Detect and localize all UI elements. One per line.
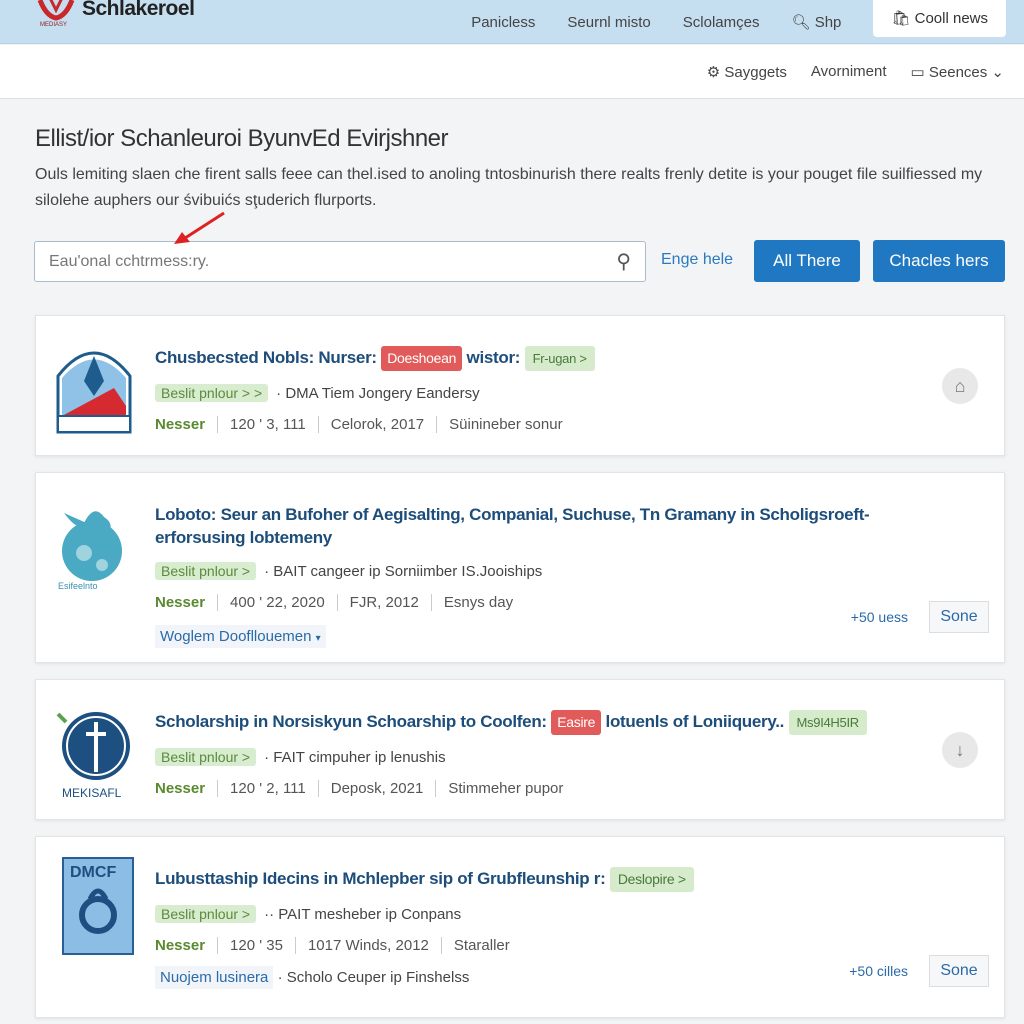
- scholarship-logo: [56, 351, 132, 434]
- news-label: Cooll news: [914, 10, 988, 27]
- logo-text: Esifeelnto: [58, 581, 98, 591]
- meta-label: Nesser: [155, 780, 206, 797]
- page-intro: Ouls lemiting slaen che firent salls fee…: [35, 166, 983, 209]
- search-placeholder: Eau'onal cchtrmess:ry.: [49, 252, 210, 270]
- subtitle: · FAIT cimpuher ip lenushis: [264, 748, 446, 766]
- status-badge: Easire: [551, 710, 602, 735]
- red-arrow-annotation: [174, 211, 225, 244]
- nav-item[interactable]: Panicless: [471, 14, 535, 31]
- title-text: Chusbecsted Nobls: Nurser:: [155, 348, 377, 367]
- nav-item[interactable]: Sclolamçes: [683, 14, 760, 31]
- meta-date: 1017 Winds, 2012: [294, 937, 441, 954]
- chevron-down-icon: ⌄: [991, 63, 1004, 81]
- title-text-2: wistor:: [466, 348, 521, 367]
- scholarship-logo: DMCF: [62, 857, 134, 955]
- sone-button[interactable]: Sone: [929, 955, 989, 987]
- meta-amount: 120 ' 35: [217, 937, 295, 954]
- tag[interactable]: Beslit pnlour > >: [155, 384, 269, 402]
- hat-icon[interactable]: ⌂: [942, 368, 978, 404]
- gear-icon: ⚙: [706, 63, 721, 81]
- seences-label: Seences: [928, 63, 988, 81]
- count-label: +50 cilles: [849, 963, 908, 979]
- dropdown-label: Woglem Doofllouemen: [160, 628, 312, 645]
- chacles-button[interactable]: Chacles hers: [873, 240, 1005, 282]
- help-link[interactable]: Enge hele: [661, 251, 733, 269]
- sone-button[interactable]: Sone: [929, 601, 989, 633]
- meta-date: Deposk, 2021: [317, 780, 436, 797]
- scholarship-card[interactable]: MEKISAFL Scholarship in Norsiskyun Schoa…: [35, 679, 1005, 820]
- logo-text: DMCF: [70, 864, 116, 881]
- all-there-button[interactable]: All There: [754, 240, 860, 282]
- caret-down-icon: ▾: [315, 633, 321, 644]
- meta-info: Süinineber sonur: [436, 416, 574, 433]
- seences-dropdown[interactable]: ▭ Seences ⌄: [911, 63, 1004, 81]
- title-text-2: lotuenls of Loniiquery..: [605, 712, 785, 731]
- monitor-icon: ▭: [910, 63, 925, 81]
- logo-subtitle: MEDIASY: [40, 22, 68, 28]
- scholarship-logo: Esifeelnto: [58, 511, 122, 591]
- page-title: Ellist/ior Schanleuroi ByunvEd Evirjshne…: [35, 125, 449, 152]
- nav-item[interactable]: Seurnl misto: [567, 14, 650, 31]
- tag[interactable]: Beslit pnlour >: [155, 748, 257, 766]
- meta-amount: 120 ' 3, 111: [217, 416, 318, 433]
- tag[interactable]: Beslit pnlour >: [155, 562, 257, 580]
- meta-amount: 400 ' 22, 2020: [217, 594, 337, 611]
- meta-info: Esnys day: [430, 594, 525, 611]
- subtitle: · DMA Tiem Jongery Eandersy: [276, 384, 480, 402]
- count-label: +50 uess: [850, 609, 908, 625]
- news-button[interactable]: 🛍︎ Cooll news: [873, 0, 1006, 37]
- scholarship-logo: MEKISAFL: [56, 712, 130, 800]
- card-title[interactable]: Loboto: Seur an Bufoher of Aegisalting, …: [155, 503, 944, 549]
- tag[interactable]: Beslit pnlour >: [155, 905, 257, 923]
- bag-icon: 🛍︎: [891, 10, 911, 27]
- meta-date: Celorok, 2017: [317, 416, 436, 433]
- category-badge[interactable]: Ms9I4H5IR: [788, 710, 867, 735]
- details-dropdown[interactable]: Woglem Doofllouemen ▾: [155, 625, 326, 648]
- card-title[interactable]: Chusbecsted Nobls: Nurser: Doeshoean wis…: [155, 346, 944, 371]
- status-badge: Doeshoean: [381, 346, 463, 371]
- title-text: Lubusttaship Idecins in Mchlepber sip of…: [155, 869, 606, 888]
- suggests-label: Sayggets: [724, 63, 787, 81]
- meta-label: Nesser: [155, 416, 206, 433]
- logo-icon: [37, 0, 75, 21]
- subtitle: · BAIT cangeer ip Sorniimber IS.Jooiship…: [264, 562, 543, 580]
- top-header: Schlakeroel MEDIASY Panicless Seurnl mis…: [0, 0, 1024, 44]
- scholarship-card[interactable]: DMCF Lubusttaship Idecins in Mchlepber s…: [35, 836, 1005, 1018]
- download-icon[interactable]: ↓: [942, 732, 978, 768]
- scholarship-card[interactable]: Esifeelnto Loboto: Seur an Bufoher of Ae…: [35, 472, 1005, 663]
- meta-info: Stimmeher pupor: [435, 780, 575, 797]
- card-title[interactable]: Scholarship in Norsiskyun Schoarship to …: [155, 710, 944, 735]
- title-text: Scholarship in Norsiskyun Schoarship to …: [155, 712, 547, 731]
- logo-name: Schlakeroel: [82, 0, 195, 20]
- suggests-link[interactable]: ⚙ Sayggets: [707, 63, 787, 81]
- nav-shop-label: Shp: [814, 14, 842, 31]
- meta-info: Staraller: [440, 937, 522, 954]
- sub-navigation: ⚙ Sayggets Avorniment ▭ Seences ⌄: [0, 45, 1024, 99]
- scholarship-card[interactable]: Chusbecsted Nobls: Nurser: Doeshoean wis…: [35, 315, 1005, 456]
- category-badge[interactable]: Fr-ugan >: [524, 346, 595, 371]
- organization-link[interactable]: Nuojem lusinera: [155, 966, 274, 989]
- search-icon: 🔍︎: [791, 14, 811, 31]
- category-badge[interactable]: Deslopire >: [609, 867, 694, 892]
- card-title[interactable]: Lubusttaship Idecins in Mchlepber sip of…: [155, 867, 944, 892]
- subtitle: ·· PAIT mesheber ip Conpans: [264, 905, 462, 923]
- link-subtitle: · Scholo Ceuper ip Finshelss: [277, 969, 470, 986]
- avorniment-link[interactable]: Avorniment: [811, 63, 887, 80]
- meta-label: Nesser: [155, 937, 206, 954]
- logo-text: MEKISAFL: [62, 786, 122, 800]
- meta-label: Nesser: [155, 594, 206, 611]
- site-logo[interactable]: Schlakeroel: [36, 0, 195, 22]
- search-icon[interactable]: ⚲: [616, 249, 631, 274]
- search-input[interactable]: Eau'onal cchtrmess:ry. ⚲: [34, 241, 646, 282]
- meta-amount: 120 ' 2, 111: [217, 780, 318, 797]
- nav-shop[interactable]: 🔍︎ Shp: [791, 13, 841, 31]
- meta-date: FJR, 2012: [336, 594, 431, 611]
